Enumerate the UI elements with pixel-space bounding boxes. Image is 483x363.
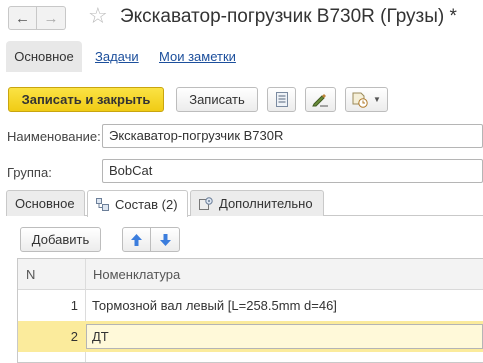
arrow-up-icon bbox=[131, 233, 142, 246]
arrow-left-icon: ← bbox=[15, 9, 30, 27]
composition-icon bbox=[96, 197, 109, 211]
forward-button[interactable]: → bbox=[37, 6, 66, 30]
back-button[interactable]: ← bbox=[8, 6, 37, 30]
arrow-down-icon bbox=[159, 233, 171, 246]
table-header: N Номенклатура bbox=[18, 259, 483, 290]
save-button[interactable]: Записать bbox=[176, 87, 258, 112]
row-edit-field[interactable] bbox=[86, 324, 483, 349]
row-nomenclature: Тормозной вал левый [L=258.5mm d=46] bbox=[92, 298, 337, 313]
tab-composition[interactable]: Состав (2) bbox=[87, 190, 188, 217]
tab-additional-label: Дополнительно bbox=[219, 196, 313, 211]
list-icon bbox=[275, 92, 288, 107]
move-down-button[interactable] bbox=[150, 227, 180, 252]
chevron-down-icon: ▼ bbox=[373, 95, 381, 104]
name-field[interactable]: Экскаватор-погрузчик B730R bbox=[102, 124, 483, 148]
move-up-button[interactable] bbox=[122, 227, 151, 252]
group-label: Группа: bbox=[7, 165, 52, 180]
tab-main[interactable]: Основное bbox=[6, 41, 82, 72]
column-header-n[interactable]: N bbox=[26, 259, 35, 290]
tab-my-notes[interactable]: Мои заметки bbox=[159, 49, 236, 64]
settings-icon bbox=[199, 197, 213, 210]
tab-additional[interactable]: Дополнительно bbox=[190, 190, 324, 216]
edit-pencil-icon bbox=[312, 94, 328, 107]
tab-tasks[interactable]: Задачи bbox=[95, 49, 139, 64]
arrow-right-icon: → bbox=[43, 9, 59, 27]
list-button[interactable] bbox=[267, 87, 296, 112]
table-row[interactable]: 1 Тормозной вал левый [L=258.5mm d=46] bbox=[18, 290, 483, 321]
document-clock-icon bbox=[352, 92, 368, 108]
add-button[interactable]: Добавить bbox=[20, 227, 101, 252]
tab-basic[interactable]: Основное bbox=[6, 190, 85, 216]
document-action-dropdown[interactable]: ▼ bbox=[345, 87, 388, 112]
group-field[interactable]: BobCat bbox=[102, 159, 483, 183]
tab-composition-label: Состав (2) bbox=[115, 196, 178, 212]
row-nomenclature: ДТ bbox=[92, 329, 109, 344]
save-and-close-button[interactable]: Записать и закрыть bbox=[8, 87, 164, 112]
name-label: Наименование: bbox=[7, 129, 101, 144]
composition-table: N Номенклатура 1 Тормозной вал левый [L=… bbox=[17, 258, 483, 363]
edit-button[interactable] bbox=[305, 87, 336, 112]
window-title: Экскаватор-погрузчик B730R (Грузы) * bbox=[120, 6, 457, 27]
table-row-selected[interactable]: 2 ДТ bbox=[18, 321, 483, 352]
row-number: 1 bbox=[70, 298, 78, 313]
row-number: 2 bbox=[70, 329, 78, 344]
favorite-star-icon[interactable]: ☆ bbox=[88, 3, 108, 29]
column-header-nomenclature[interactable]: Номенклатура bbox=[93, 259, 180, 290]
